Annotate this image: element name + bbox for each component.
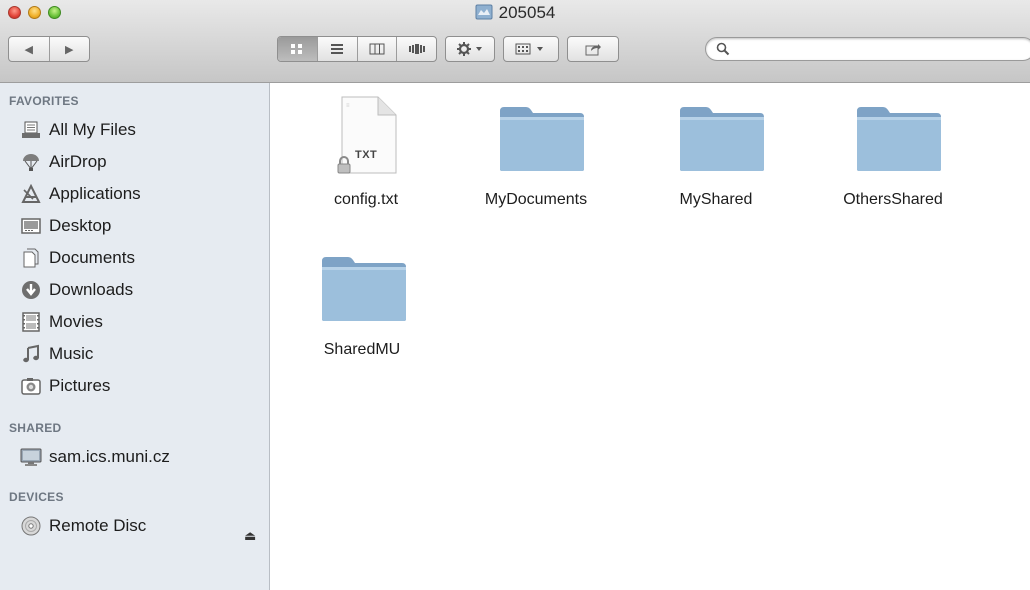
folder-icon — [318, 255, 408, 328]
downloads-icon — [20, 280, 42, 300]
sidebar-item-all-my-files[interactable]: All My Files — [20, 117, 136, 143]
window-title-text: 205054 — [498, 3, 556, 22]
svg-text:≡: ≡ — [346, 103, 350, 109]
search-field[interactable] — [705, 37, 1030, 61]
folder-icon — [853, 105, 943, 178]
gear-icon — [457, 42, 482, 56]
sidebar-item-pictures[interactable]: Pictures — [20, 373, 110, 399]
file-browser-content: ≡ TXT config.txt MyDocuments MyShared Ot… — [270, 83, 1030, 590]
file-name: SharedMU — [323, 341, 401, 358]
column-view-button[interactable] — [356, 37, 397, 61]
action-menu-button[interactable] — [445, 36, 495, 62]
sidebar: FAVORITES All My Files AirDrop Applicati… — [0, 83, 270, 590]
network-computer-icon — [20, 447, 42, 467]
folder-icon — [676, 105, 766, 178]
sidebar-item-label: sam.ics.muni.cz — [49, 447, 170, 466]
sidebar-item-applications[interactable]: Applications — [20, 181, 141, 207]
sidebar-item-downloads[interactable]: Downloads — [20, 277, 133, 303]
sidebar-item-desktop[interactable]: Desktop — [20, 213, 111, 239]
back-arrow-icon: ◀ — [24, 43, 33, 56]
sidebar-item-label: Music — [49, 344, 94, 363]
file-name: MyDocuments — [484, 191, 588, 208]
shared-header: SHARED — [9, 421, 62, 435]
lock-icon — [336, 156, 352, 179]
window-toolbar: 205054 ◀ ▶ — [0, 0, 1030, 83]
forward-button[interactable]: ▶ — [48, 37, 90, 61]
list-view-button[interactable] — [316, 37, 357, 61]
folder-icon — [475, 4, 493, 25]
navigation-button-group: ◀ ▶ — [8, 36, 90, 62]
sidebar-item-movies[interactable]: Movies — [20, 309, 103, 335]
sidebar-item-label: Remote Disc — [49, 516, 147, 535]
window-title: 205054 — [0, 3, 1030, 25]
list-view-icon — [331, 44, 344, 54]
disc-icon — [20, 516, 42, 536]
sidebar-item-label: Applications — [49, 184, 141, 203]
movies-icon — [20, 312, 42, 332]
sidebar-item-documents[interactable]: Documents — [20, 245, 135, 271]
cover-flow-icon — [408, 44, 425, 54]
cover-flow-view-button[interactable] — [396, 37, 436, 61]
arrange-menu-button[interactable] — [503, 36, 559, 62]
text-document-icon: ≡ TXT — [336, 95, 400, 175]
sidebar-item-music[interactable]: Music — [20, 341, 93, 367]
file-name: OthersShared — [843, 191, 943, 208]
column-view-icon — [369, 43, 385, 55]
share-icon — [585, 44, 601, 56]
desktop-icon — [20, 216, 42, 236]
file-name: MyShared — [679, 191, 753, 208]
sidebar-item-remote-disc[interactable]: Remote Disc — [20, 513, 146, 539]
icon-view-icon — [291, 44, 303, 54]
devices-header: DEVICES — [9, 490, 64, 504]
sidebar-item-label: All My Files — [49, 120, 136, 139]
sidebar-item-label: Downloads — [49, 280, 134, 299]
music-icon — [20, 344, 42, 364]
applications-icon — [20, 184, 42, 204]
sidebar-item-label: Desktop — [49, 216, 112, 235]
search-icon — [716, 42, 730, 61]
sidebar-item-label: Pictures — [49, 376, 111, 395]
sidebar-item-label: AirDrop — [49, 152, 107, 171]
arrange-icon — [515, 43, 543, 55]
airdrop-icon — [20, 152, 42, 172]
sidebar-item-label: Movies — [49, 312, 103, 331]
forward-arrow-icon: ▶ — [65, 43, 74, 56]
eject-icon[interactable]: ⏏ — [244, 528, 256, 544]
sidebar-item-airdrop[interactable]: AirDrop — [20, 149, 107, 175]
documents-icon — [20, 248, 42, 268]
file-name: config.txt — [333, 191, 399, 208]
share-button[interactable] — [567, 36, 619, 62]
sidebar-item-label: Documents — [49, 248, 135, 267]
file-type-badge: TXT — [355, 149, 378, 161]
favorites-header: FAVORITES — [9, 94, 79, 108]
back-button[interactable]: ◀ — [9, 37, 49, 61]
pictures-icon — [20, 376, 42, 396]
folder-icon — [496, 105, 586, 178]
all-files-icon — [20, 120, 42, 140]
view-mode-group — [277, 36, 437, 62]
sidebar-item-sam-ics-muni-cz[interactable]: sam.ics.muni.cz — [20, 444, 170, 470]
icon-view-button[interactable] — [278, 37, 317, 61]
